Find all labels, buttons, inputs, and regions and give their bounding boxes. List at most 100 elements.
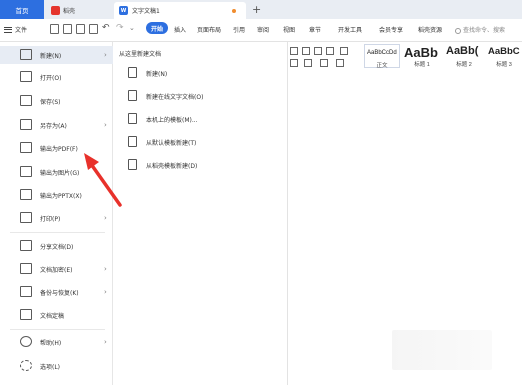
command-search-placeholder: 查找命令、搜索 xyxy=(463,27,506,34)
shading-icon[interactable] xyxy=(320,59,328,67)
numbered-list-icon[interactable] xyxy=(302,47,310,55)
new-doc-icon xyxy=(20,49,32,60)
paragraph-tools xyxy=(290,43,360,71)
menu-divider xyxy=(10,232,105,233)
file-menu-item-export-image[interactable]: 输出为图片(G) xyxy=(0,163,113,181)
tab-view[interactable]: 视图 xyxy=(283,25,295,34)
undo-icon[interactable]: ↶ xyxy=(102,23,110,33)
folder-open-icon xyxy=(20,71,32,82)
tab-home[interactable]: 首页 xyxy=(0,0,44,19)
sort-icon[interactable] xyxy=(326,47,334,55)
chevron-right-icon: › xyxy=(104,121,107,129)
encrypt-icon xyxy=(20,263,32,274)
tab-daoke-resources[interactable]: 稻壳资源 xyxy=(418,25,442,34)
style-name: 标题 2 xyxy=(456,62,472,68)
pptx-export-icon xyxy=(20,189,32,200)
tab-review[interactable]: 审阅 xyxy=(257,25,269,34)
style-name: 标题 1 xyxy=(414,62,430,68)
submenu-item-local-template[interactable]: 本机上的模板(M)... xyxy=(113,109,288,129)
file-menu-button[interactable]: 文件 xyxy=(4,25,27,34)
tab-references[interactable]: 引用 xyxy=(233,25,245,34)
tab-developer[interactable]: 开发工具 xyxy=(338,25,362,34)
file-menu-item-options[interactable]: 选项(L) xyxy=(0,357,113,375)
tab-member[interactable]: 会员专享 xyxy=(379,25,403,34)
writer-doc-icon: W xyxy=(119,6,128,15)
quick-save-icon[interactable] xyxy=(50,24,59,34)
tab-insert[interactable]: 插入 xyxy=(174,25,186,34)
style-heading-1[interactable]: AaBb 标题 1 xyxy=(402,44,442,68)
file-menu-item-label: 新建(N) xyxy=(40,52,62,60)
backup-icon xyxy=(20,286,32,297)
file-menu-item-help[interactable]: 帮助(H) › xyxy=(0,333,113,351)
chevron-right-icon: › xyxy=(104,288,107,296)
menu-divider xyxy=(10,329,105,330)
line-spacing-icon[interactable] xyxy=(304,59,312,67)
tab-chapter[interactable]: 章节 xyxy=(309,25,321,34)
file-menu-item-save[interactable]: 保存(S) xyxy=(0,92,113,110)
submenu-item-default-template[interactable]: 从默认模板新建(T) xyxy=(113,132,288,152)
chevron-right-icon: › xyxy=(104,265,107,273)
file-menu-item-label: 分享文档(D) xyxy=(40,243,74,251)
file-menu-item-save-as[interactable]: 另存为(A) › xyxy=(0,116,113,134)
file-menu-item-backup[interactable]: 备份与恢复(K) › xyxy=(0,283,113,301)
tab-document[interactable]: W 文字文稿1 xyxy=(114,2,246,19)
file-menu-item-finalize[interactable]: 文档定稿 xyxy=(0,306,113,324)
quick-preview-icon[interactable] xyxy=(89,24,98,34)
tab-daoke[interactable]: 稻壳 xyxy=(47,2,113,19)
file-menu-item-print[interactable]: 打印(P) › xyxy=(0,209,113,227)
file-menu-item-new[interactable]: 新建(N) › xyxy=(0,46,113,64)
submenu-item-label: 从默认模板新建(T) xyxy=(146,140,197,147)
submenu-item-label: 从稻壳模板新建(D) xyxy=(146,163,198,170)
pdf-export-icon xyxy=(20,142,32,153)
gear-icon xyxy=(20,360,32,371)
search-icon xyxy=(455,27,461,34)
file-menu-item-encrypt[interactable]: 文档加密(E) › xyxy=(0,260,113,278)
style-heading-3[interactable]: AaBbC 标题 3 xyxy=(486,44,522,68)
blank-doc-icon xyxy=(128,67,137,78)
style-sample: AaBbCcDd xyxy=(367,50,397,56)
file-menu-item-label: 帮助(H) xyxy=(40,339,62,347)
style-heading-2[interactable]: AaBb( 标题 2 xyxy=(444,44,484,68)
redo-icon[interactable]: ↷ xyxy=(116,23,124,33)
style-sample: AaBb xyxy=(404,45,438,60)
style-name: 正文 xyxy=(376,63,388,69)
new-tab-button[interactable]: + xyxy=(252,3,261,16)
list-icon[interactable] xyxy=(290,47,298,55)
file-menu-item-share[interactable]: 分享文档(D) xyxy=(0,237,113,255)
style-normal[interactable]: AaBbCcDd 正文 xyxy=(364,44,400,69)
tab-document-label: 文字文稿1 xyxy=(132,8,160,15)
submenu-item-new-online[interactable]: 新建在线文字文档(O) xyxy=(113,86,288,106)
file-menu-item-export-pptx[interactable]: 输出为PPTX(X) xyxy=(0,186,113,204)
tab-home-label: 首页 xyxy=(15,6,29,15)
file-menu-item-label: 打开(O) xyxy=(40,74,62,82)
tab-page-layout[interactable]: 页面布局 xyxy=(197,25,221,34)
tab-start[interactable]: 开始 xyxy=(146,22,168,34)
file-menu-item-export-pdf[interactable]: 输出为PDF(F) xyxy=(0,139,113,157)
quick-open-icon[interactable] xyxy=(63,24,72,34)
quick-print-icon[interactable] xyxy=(76,24,85,34)
help-icon xyxy=(20,336,32,347)
text-color-icon[interactable] xyxy=(314,47,322,55)
chevron-right-icon: › xyxy=(104,214,107,222)
save-as-icon xyxy=(20,119,32,130)
chevron-down-icon[interactable]: ⌄ xyxy=(129,24,135,32)
border-icon[interactable] xyxy=(336,59,344,67)
image-export-icon xyxy=(20,166,32,177)
file-menu-item-label: 输出为PPTX(X) xyxy=(40,192,82,200)
online-doc-icon xyxy=(128,90,137,101)
command-search[interactable]: 查找命令、搜索 xyxy=(455,25,505,34)
submenu-item-label: 本机上的模板(M)... xyxy=(146,117,198,124)
local-template-icon xyxy=(128,113,137,124)
print-icon xyxy=(20,212,32,223)
show-marks-icon[interactable] xyxy=(340,47,348,55)
file-menu-item-open[interactable]: 打开(O) xyxy=(0,68,113,86)
tab-start-label: 开始 xyxy=(150,25,163,33)
file-menu-item-label: 另存为(A) xyxy=(40,122,67,130)
submenu-item-label: 新建在线文字文档(O) xyxy=(146,94,204,101)
style-name: 标题 3 xyxy=(496,62,512,68)
submenu-item-new-blank[interactable]: 新建(N) xyxy=(113,63,288,83)
submenu-item-daoke-template[interactable]: 从稻壳模板新建(D) xyxy=(113,155,288,175)
hamburger-icon xyxy=(4,26,12,33)
submenu-item-label: 新建(N) xyxy=(146,71,168,78)
align-icon[interactable] xyxy=(290,59,298,67)
